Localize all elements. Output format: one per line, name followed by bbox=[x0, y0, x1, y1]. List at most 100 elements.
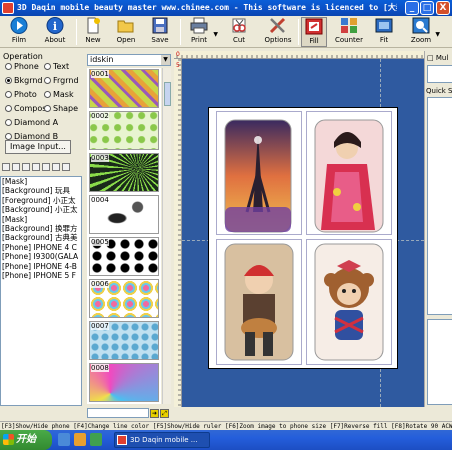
layer-row[interactable]: [Phone] I9300(GALA bbox=[1, 252, 81, 261]
thumbnail-number: 0001 bbox=[91, 70, 109, 78]
arrow-right-icon[interactable]: ➜ bbox=[150, 409, 159, 418]
skin-thumbnail-panel: idskin ▼ 0001 0002 0003 0004 0005 0006 0007 000… bbox=[85, 52, 173, 407]
layer-tool-button[interactable] bbox=[12, 163, 20, 171]
dropdown-arrow-icon[interactable]: ▼ bbox=[213, 31, 218, 38]
cut-icon bbox=[230, 17, 248, 34]
radio-dot-icon bbox=[44, 77, 51, 84]
skin-thumbnail[interactable]: 0002 bbox=[89, 111, 159, 150]
minimize-button[interactable]: _ bbox=[405, 1, 419, 15]
quicklaunch-folder-icon[interactable] bbox=[74, 433, 86, 446]
radio-dot-icon bbox=[44, 91, 51, 98]
main-toolbar: Film i About New Open Save Print ▼ Cut O… bbox=[0, 16, 452, 48]
multi-checkbox[interactable]: □ Mul bbox=[427, 54, 448, 62]
options-tools-icon bbox=[269, 17, 287, 34]
skin-thumbnail[interactable]: 0001 bbox=[89, 69, 159, 108]
quicklaunch-ie-icon[interactable] bbox=[58, 433, 70, 446]
eiffel-tower-case-image bbox=[224, 119, 292, 233]
layer-tool-button[interactable] bbox=[2, 163, 10, 171]
skin-thumbnail[interactable]: 0004 bbox=[89, 195, 159, 234]
radio-label: Shape bbox=[53, 104, 79, 113]
image-input-button[interactable]: Image Input... bbox=[5, 140, 71, 154]
layer-row[interactable]: [Phone] IPHONE 4 C bbox=[1, 243, 81, 252]
window-title: 3D Daqin mobile beauty master www.chinee… bbox=[17, 3, 397, 12]
layer-row[interactable]: [Background] 换罪方 bbox=[1, 224, 81, 233]
skin-thumbnail[interactable]: 0006 bbox=[89, 279, 159, 318]
layer-tool-button[interactable] bbox=[52, 163, 60, 171]
layer-row[interactable]: [Mask] bbox=[1, 215, 81, 224]
radio-label: Compos bbox=[14, 104, 47, 113]
design-cell-2[interactable] bbox=[306, 111, 392, 235]
scrollbar-thumb[interactable] bbox=[164, 82, 171, 106]
layer-row[interactable]: [Background] 玩具 bbox=[1, 186, 81, 195]
film-button[interactable]: Film bbox=[4, 17, 34, 47]
layer-list[interactable]: [Mask] [Background] 玩具 [Foreground] 小正太 [Ba… bbox=[0, 176, 82, 406]
close-button[interactable]: X bbox=[436, 1, 450, 15]
skin-category-select[interactable]: idskin ▼ bbox=[87, 54, 171, 66]
radio-label: Photo bbox=[14, 90, 37, 99]
radio-dot-icon bbox=[5, 91, 12, 98]
right-panel-lower-box bbox=[427, 319, 452, 405]
radio-text[interactable]: Text bbox=[44, 62, 69, 71]
layer-row[interactable]: [Phone] IPHONE 5 F bbox=[1, 271, 81, 280]
thumbnail-scrollbar[interactable] bbox=[162, 68, 171, 404]
chevron-down-icon[interactable]: ▼ bbox=[161, 55, 170, 65]
radio-shape[interactable]: Shape bbox=[44, 104, 78, 113]
thumbnail-list[interactable]: 0001 0002 0003 0004 0005 0006 0007 0008 bbox=[87, 68, 161, 404]
radio-dot-icon bbox=[5, 105, 12, 112]
skin-thumbnail[interactable]: 0003 bbox=[89, 153, 159, 192]
layer-row[interactable]: [Foreground] 小正太 bbox=[1, 196, 81, 205]
skin-thumbnail[interactable]: 0007 bbox=[89, 321, 159, 360]
radio-phone[interactable]: Phone bbox=[5, 62, 39, 71]
layer-tool-button[interactable] bbox=[22, 163, 30, 171]
taskbar-app-button[interactable]: 3D Daqin mobile ... bbox=[114, 432, 210, 448]
thumbnail-filter-input[interactable] bbox=[87, 408, 149, 418]
quicklaunch-desktop-icon[interactable] bbox=[90, 433, 102, 446]
new-document-icon bbox=[84, 17, 102, 34]
skin-thumbnail[interactable]: 0005 bbox=[89, 237, 159, 276]
print-button[interactable]: Print ▼ bbox=[184, 17, 218, 47]
radio-bkgrnd[interactable]: Bkgrnd bbox=[5, 76, 43, 85]
new-button[interactable]: New bbox=[80, 17, 106, 47]
radio-mask[interactable]: Mask bbox=[44, 90, 74, 99]
fit-button[interactable]: Fit bbox=[372, 17, 396, 47]
fill-icon bbox=[305, 18, 323, 35]
ruler-mark-label: 5 bbox=[176, 62, 180, 69]
layer-row[interactable]: [Background] 古典美 bbox=[1, 233, 81, 242]
layer-tool-button[interactable] bbox=[42, 163, 50, 171]
counter-button[interactable]: Counter bbox=[334, 17, 364, 47]
layer-row[interactable]: [Phone] IPHONE 4-B bbox=[1, 262, 81, 271]
cut-button[interactable]: Cut bbox=[226, 17, 252, 47]
skin-thumbnail[interactable]: 0008 bbox=[89, 363, 159, 402]
thumbnail-nav: ➜ ⤢ bbox=[150, 408, 170, 418]
boy-guitar-case-image bbox=[224, 243, 294, 361]
vertical-ruler bbox=[174, 59, 182, 407]
design-cell-1[interactable] bbox=[216, 111, 302, 235]
start-button[interactable]: 开始 bbox=[0, 430, 52, 450]
open-button[interactable]: Open bbox=[112, 17, 140, 47]
fit-icon bbox=[375, 17, 393, 34]
radio-compos[interactable]: Compos bbox=[5, 104, 46, 113]
layer-tool-button[interactable] bbox=[62, 163, 70, 171]
fill-button[interactable]: Fill bbox=[301, 17, 327, 47]
maximize-button[interactable]: □ bbox=[420, 1, 434, 15]
shortcut-status-bar: [F3]Show/Hide phone [F4]Change line colo… bbox=[0, 421, 452, 430]
arrow-expand-icon[interactable]: ⤢ bbox=[160, 409, 169, 418]
quick-settings-list[interactable] bbox=[427, 97, 452, 315]
save-button[interactable]: Save bbox=[146, 17, 174, 47]
radio-dot-icon bbox=[5, 119, 12, 126]
radio-diamond-a[interactable]: Diamond A bbox=[5, 118, 58, 127]
radio-frgrnd[interactable]: Frgrnd bbox=[44, 76, 79, 85]
layer-tool-button[interactable] bbox=[32, 163, 40, 171]
radio-photo[interactable]: Photo bbox=[5, 90, 37, 99]
design-cell-4[interactable] bbox=[306, 239, 392, 365]
zoom-button[interactable]: Zoom ▼ bbox=[406, 17, 440, 47]
layer-row[interactable]: [Mask] bbox=[1, 177, 81, 186]
dropdown-arrow-icon[interactable]: ▼ bbox=[435, 31, 440, 38]
options-button[interactable]: Options bbox=[262, 17, 294, 47]
about-button[interactable]: i About bbox=[40, 17, 70, 47]
operation-group-label: Operation bbox=[3, 52, 43, 61]
open-folder-icon bbox=[117, 17, 135, 34]
layer-row[interactable]: [Background] 小正太 bbox=[1, 205, 81, 214]
zoom-icon bbox=[412, 17, 430, 34]
design-cell-3[interactable] bbox=[216, 239, 302, 365]
